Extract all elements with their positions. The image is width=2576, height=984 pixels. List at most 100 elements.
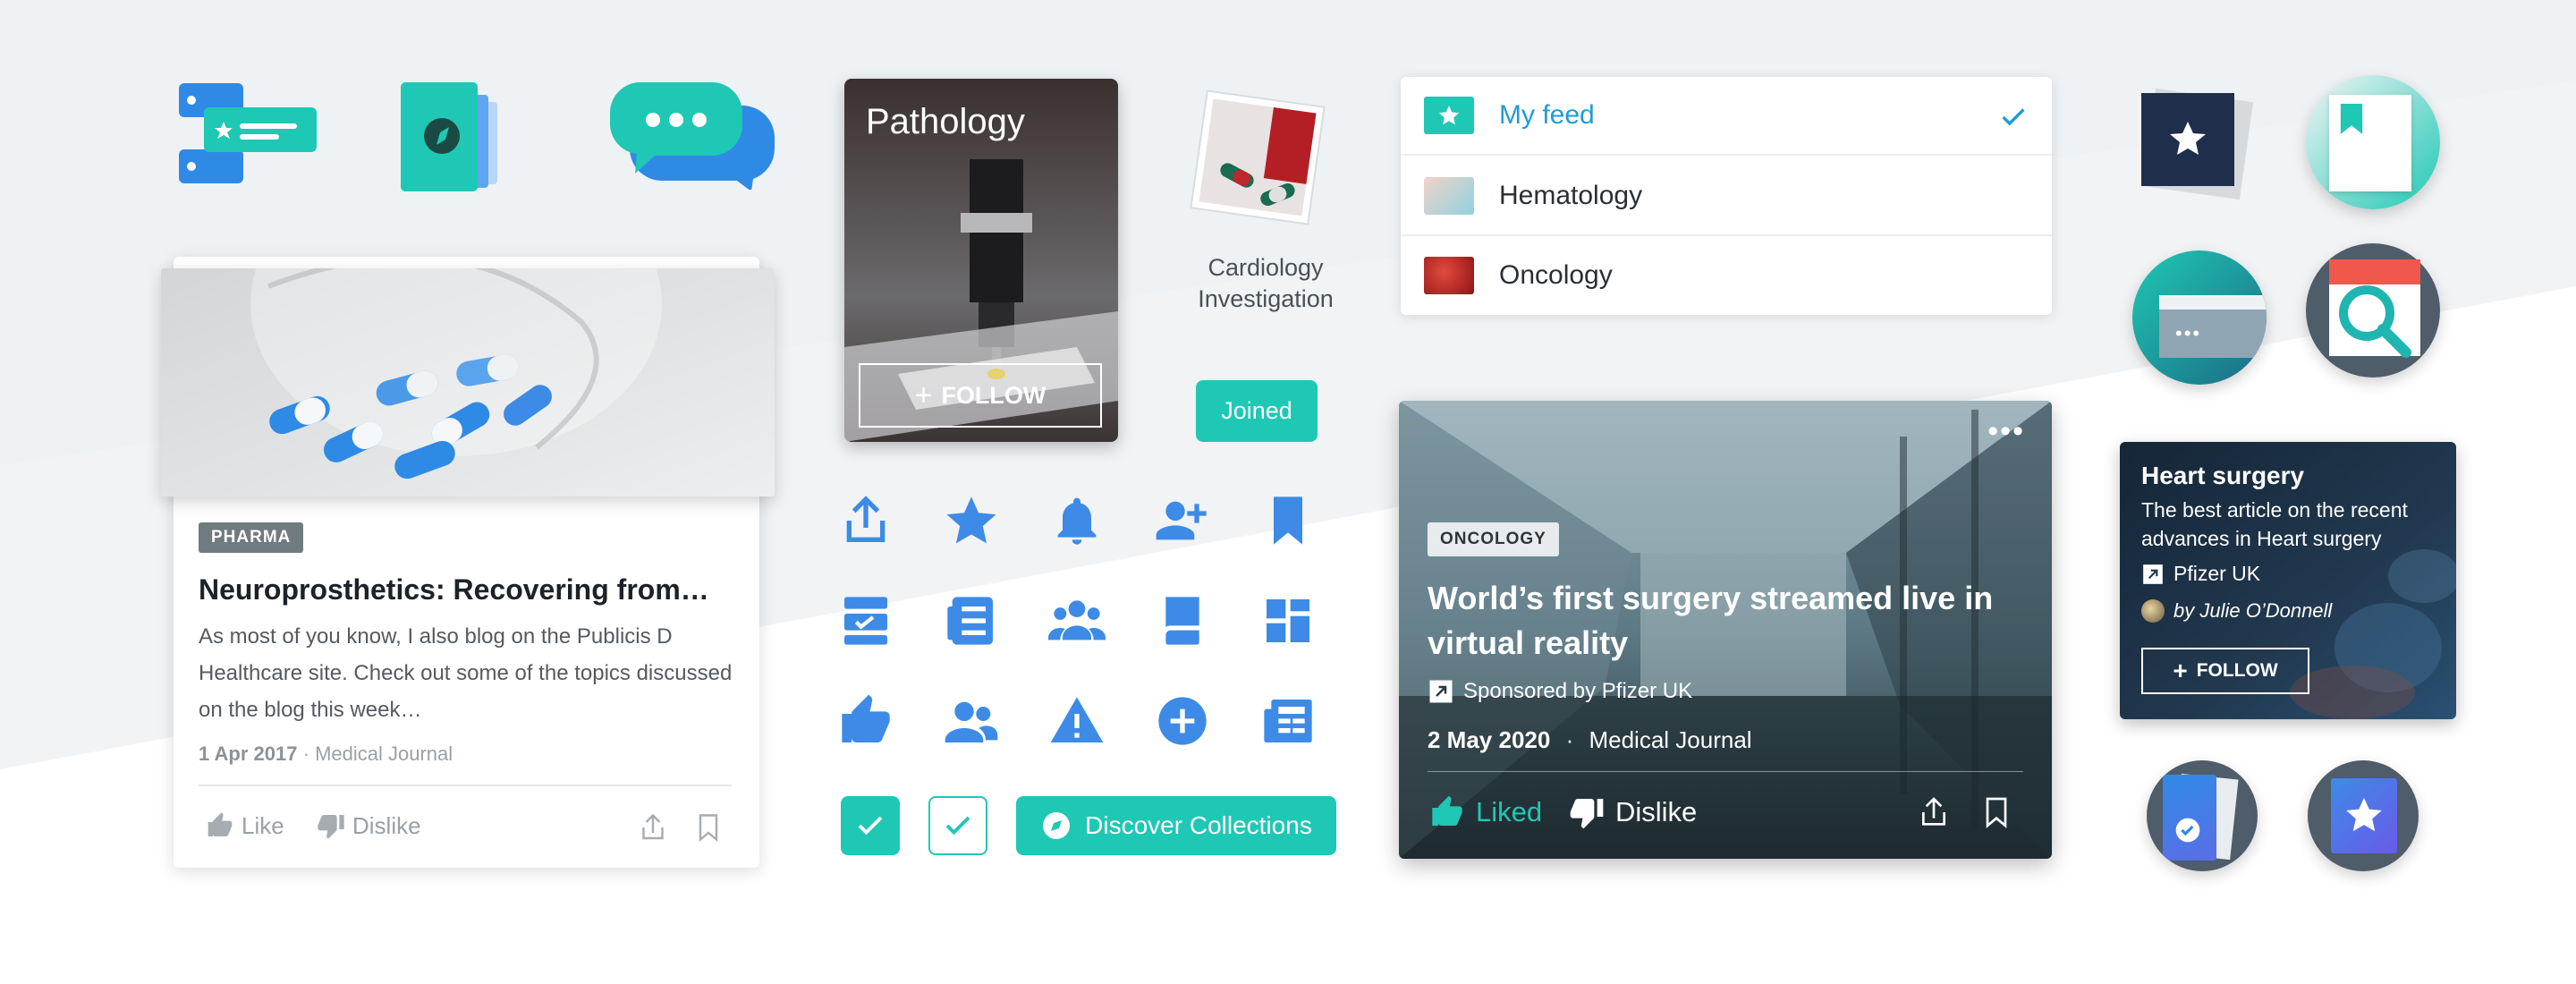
heart-desc-line: advances in Heart surgery: [2141, 527, 2382, 550]
heart-desc: The best article on the recent advances …: [2141, 496, 2408, 553]
feed-item-oncology[interactable]: Oncology: [1401, 236, 2052, 315]
add-user-icon[interactable]: [1154, 492, 1211, 549]
bookmark-icon[interactable]: [1259, 492, 1317, 549]
pathology-card[interactable]: Pathology + FOLLOW: [844, 79, 1118, 442]
divider: [199, 785, 732, 786]
bookmark-icon[interactable]: [1979, 794, 2014, 830]
article-meta: 1 Apr 2017 · Medical Journal: [199, 742, 453, 766]
article-source: Medical Journal: [315, 742, 453, 765]
avatar: [2141, 599, 2165, 623]
cardiology-line: Investigation: [1198, 285, 1334, 312]
add-circle-icon[interactable]: [1154, 692, 1211, 750]
hero-title[interactable]: World’s first surgery streamed live in v…: [1428, 576, 1993, 666]
feed-dropdown: My feed Hematology Oncology: [1401, 77, 2052, 315]
list-cards-icon: [179, 83, 317, 183]
bookmark-page-icon: [2306, 75, 2440, 209]
feed-item-label: My feed: [1499, 100, 1595, 130]
meta-separator: ·: [1565, 726, 1574, 753]
checkbox-checked[interactable]: [841, 796, 900, 855]
follow-button[interactable]: + FOLLOW: [2141, 648, 2309, 694]
thumb-up-icon[interactable]: [837, 692, 894, 750]
author-line: by Julie O’Donnell: [2141, 599, 2332, 623]
news-list-icon[interactable]: [943, 592, 1000, 649]
article-title[interactable]: Neuroprosthetics: Recovering from…: [199, 573, 709, 607]
article-excerpt: As most of you know, I also blog on the …: [199, 618, 744, 728]
feed-item-my-feed[interactable]: My feed: [1401, 77, 2052, 156]
thumb-up-icon: [208, 812, 233, 836]
divider: [1428, 771, 2023, 772]
liked-label: Liked: [1476, 796, 1543, 827]
feed-item-label: Hematology: [1499, 181, 1643, 210]
discover-label: Discover Collections: [1085, 811, 1312, 839]
heart-surgery-card[interactable]: Heart surgery The best article on the re…: [2120, 442, 2456, 719]
hero-card[interactable]: ••• ONCOLOGY World’s first surgery strea…: [1399, 401, 2052, 859]
check-icon: [858, 816, 883, 836]
star-icon: [1424, 97, 1474, 134]
thumb-up-icon: [1432, 795, 1462, 826]
window-dots-icon: •••: [2132, 250, 2267, 385]
inbox-icon[interactable]: [837, 592, 894, 649]
like-label: Like: [242, 811, 284, 839]
cardiology-label: Cardiology Investigation: [1163, 252, 1368, 315]
dashboard-icon[interactable]: [1259, 592, 1317, 649]
dislike-label: Dislike: [352, 811, 421, 839]
liked-button[interactable]: Liked: [1429, 794, 1542, 830]
checkbox-outline[interactable]: [928, 796, 987, 855]
author-name: by Julie O’Donnell: [2174, 599, 2333, 622]
chat-bubbles-icon: [610, 82, 775, 190]
cardiology-thumbnail[interactable]: [1186, 86, 1329, 240]
more-options-icon[interactable]: •••: [1987, 416, 2025, 446]
share-icon[interactable]: [837, 492, 894, 549]
users-icon[interactable]: [943, 692, 1000, 750]
hero-title-line: virtual reality: [1428, 624, 1629, 661]
feed-item-label: Oncology: [1499, 260, 1613, 290]
newspaper-icon[interactable]: [1259, 692, 1317, 750]
discover-collections-button[interactable]: Discover Collections: [1016, 796, 1336, 855]
follow-label: FOLLOW: [941, 381, 1046, 409]
share-icon[interactable]: [637, 811, 669, 844]
follow-label: FOLLOW: [2196, 660, 2278, 681]
heart-desc-line: The best article on the recent: [2141, 498, 2408, 522]
warning-icon[interactable]: [1048, 692, 1106, 750]
follow-button[interactable]: + FOLLOW: [859, 363, 1102, 428]
group-icon[interactable]: [1048, 592, 1106, 649]
share-icon[interactable]: [1916, 794, 1952, 830]
dislike-label: Dislike: [1615, 796, 1698, 827]
article-date: 1 Apr 2017: [199, 742, 298, 765]
excerpt-line: As most of you know, I also blog on the …: [199, 624, 673, 649]
hematology-thumb-icon: [1424, 177, 1474, 215]
compass-icon: [1043, 812, 1071, 839]
like-button[interactable]: Like: [206, 811, 284, 840]
hero-source: Medical Journal: [1589, 726, 1752, 753]
thumb-down-icon: [318, 815, 344, 839]
dislike-button[interactable]: Dislike: [317, 811, 421, 840]
check-icon: [945, 816, 970, 836]
bell-icon[interactable]: [1048, 492, 1106, 549]
pathology-title: Pathology: [866, 102, 1025, 141]
category-tag: PHARMA: [199, 522, 304, 553]
external-link-icon: [2143, 564, 2163, 584]
star-book-icon: [2308, 760, 2419, 871]
external-link-icon: [1429, 680, 1453, 703]
verified-document-icon: [2147, 760, 2258, 871]
thumb-down-icon: [1570, 799, 1604, 829]
icon-grid: [832, 492, 1333, 760]
heart-title[interactable]: Heart surgery: [2141, 462, 2304, 490]
category-tag: ONCOLOGY: [1428, 522, 1559, 556]
sponsor-line: Sponsored by Pfizer UK: [1428, 678, 1692, 705]
bookmark-icon[interactable]: [692, 811, 724, 844]
dislike-button[interactable]: Dislike: [1569, 794, 1697, 830]
joined-button[interactable]: Joined: [1196, 380, 1318, 442]
star-icon[interactable]: [943, 492, 1000, 549]
book-icon[interactable]: [1154, 592, 1211, 649]
discover-book-icon: [401, 82, 497, 191]
heart-source-line: Pfizer UK: [2141, 562, 2260, 586]
oncology-thumb-icon: [1424, 257, 1474, 294]
feed-item-hematology[interactable]: Hematology: [1401, 157, 2052, 236]
excerpt-line: on the blog this week…: [199, 698, 422, 722]
meta-separator: ·: [302, 742, 309, 765]
heart-source: Pfizer UK: [2174, 562, 2261, 585]
search-magnifier-icon: [2306, 243, 2440, 377]
plus-icon: +: [914, 378, 933, 412]
check-icon: [2002, 108, 2025, 126]
